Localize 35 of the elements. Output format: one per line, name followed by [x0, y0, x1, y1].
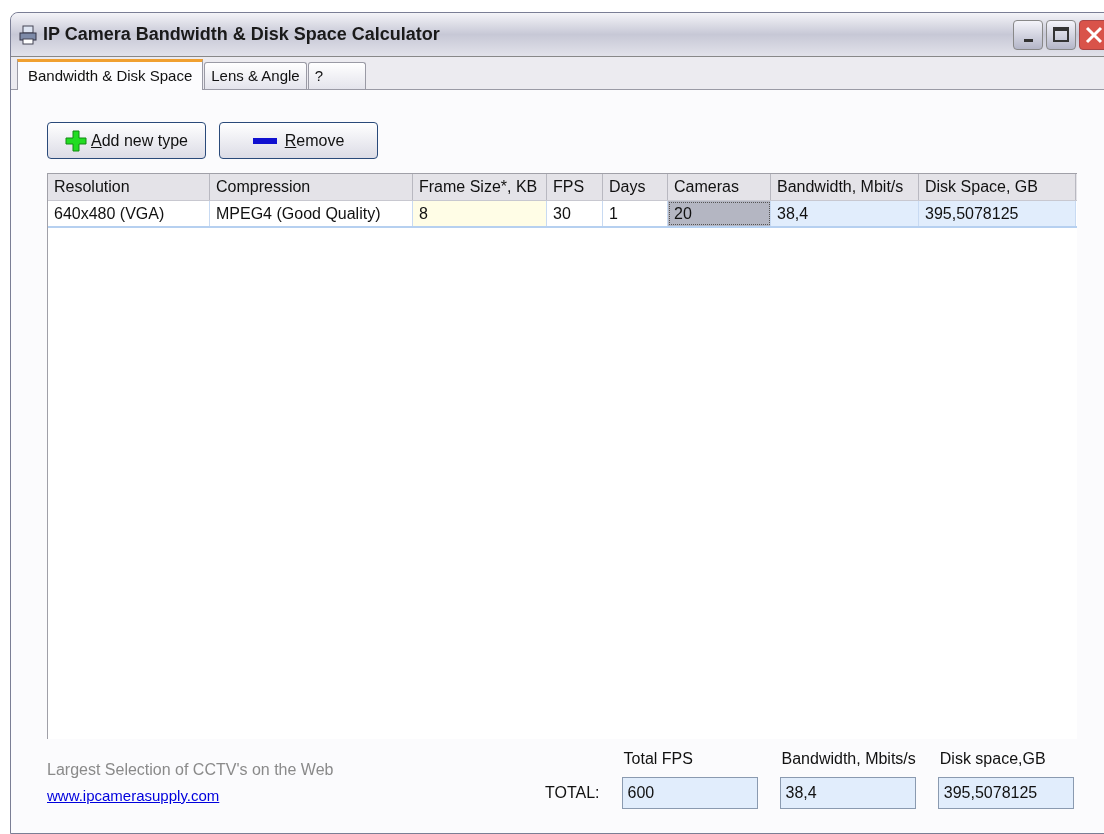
tab[interactable]: ?	[307, 62, 366, 89]
plus-icon	[65, 129, 87, 152]
table-cell[interactable]: 395,5078125	[919, 201, 1076, 226]
table-row[interactable]: 640x480 (VGA) MPEG4 (Good Quality) 8 30 1 20 38,4 395,5078125	[48, 201, 1077, 228]
column-header[interactable]: Compression	[210, 174, 413, 200]
total-field[interactable]: 600	[621, 777, 758, 809]
minus-icon	[252, 137, 277, 144]
column-header[interactable]: Bandwidth, Mbit/s	[771, 174, 919, 200]
total-heading: Total FPS	[622, 749, 694, 769]
add-button[interactable]: Add new type	[47, 122, 206, 159]
minimize-button[interactable]	[1013, 19, 1043, 50]
slogan-text: Largest Selection of CCTV's on the Web	[47, 759, 335, 780]
column-header[interactable]: Frame Size*, KB	[413, 174, 547, 200]
maximize-button[interactable]	[1046, 19, 1076, 50]
table-cell[interactable]: 38,4	[771, 201, 919, 226]
column-header[interactable]: Disk Space, GB	[919, 174, 1076, 200]
total-heading: Bandwidth, Mbits/s	[780, 749, 916, 769]
total-field[interactable]: 395,5078125	[937, 777, 1074, 809]
printer-icon	[19, 24, 37, 45]
tab[interactable]: Bandwidth & Disk Space	[17, 59, 204, 90]
tab[interactable]: Lens & Angle	[204, 62, 307, 89]
column-header[interactable]: Days	[603, 174, 668, 200]
window-title: IP Camera Bandwidth & Disk Space Calculator	[43, 23, 440, 46]
column-header[interactable]: Cameras	[668, 174, 771, 200]
total-field[interactable]: 38,4	[779, 777, 916, 809]
remove-button[interactable]: Remove	[219, 122, 378, 159]
total-label: TOTAL:	[545, 783, 600, 803]
column-header[interactable]: FPS	[547, 174, 603, 200]
total-heading: Disk space,GB	[938, 749, 1047, 769]
close-button[interactable]	[1079, 19, 1104, 50]
table-cell[interactable]: 20	[668, 201, 771, 226]
table-cell[interactable]: 8	[413, 201, 547, 226]
close-icon	[1085, 25, 1103, 44]
column-header[interactable]: Resolution	[48, 174, 210, 200]
website-link[interactable]: www.ipcamerasupply.com	[47, 784, 220, 807]
